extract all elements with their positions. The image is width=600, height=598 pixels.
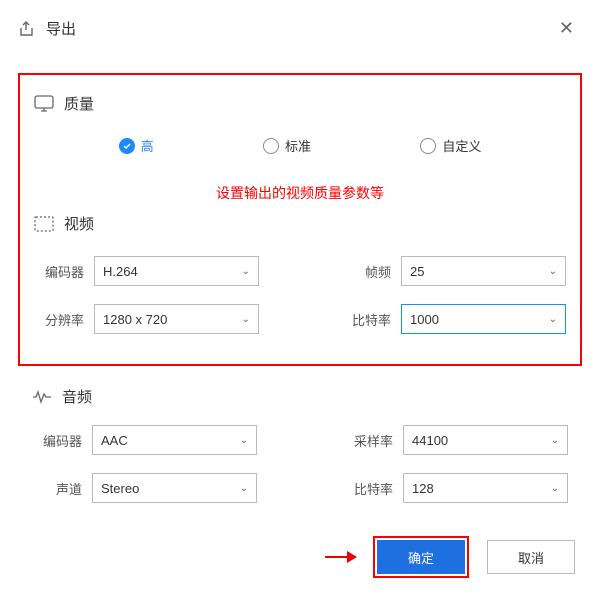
select-value: 25 <box>410 264 424 279</box>
cancel-button-label: 取消 <box>518 548 544 567</box>
audio-encoder-select[interactable]: AAC ⌄ <box>92 425 257 455</box>
chevron-down-icon: ⌄ <box>242 314 250 325</box>
audio-bitrate-select[interactable]: 128 ⌄ <box>403 473 568 503</box>
select-value: Stereo <box>101 481 139 496</box>
chevron-down-icon: ⌄ <box>242 266 250 277</box>
select-value: 1000 <box>410 312 439 327</box>
chevron-down-icon: ⌄ <box>240 435 248 446</box>
annotation-text: 设置输出的视频质量参数等 <box>34 183 566 203</box>
radio-label: 高 <box>141 136 154 155</box>
radio-label: 标准 <box>285 136 311 155</box>
monitor-icon <box>34 95 54 113</box>
audio-samplerate-select[interactable]: 44100 ⌄ <box>403 425 568 455</box>
radio-label: 自定义 <box>442 136 481 155</box>
video-encoder-select[interactable]: H.264 ⌄ <box>94 256 259 286</box>
video-fps-label: 帧频 <box>341 262 401 281</box>
quality-options: 高 标准 自定义 <box>34 136 566 155</box>
ok-button-highlight: 确定 <box>373 536 469 578</box>
chevron-down-icon: ⌄ <box>549 314 557 325</box>
select-value: 1280 x 720 <box>103 312 167 327</box>
cancel-button[interactable]: 取消 <box>487 540 575 574</box>
audio-channels-label: 声道 <box>32 479 92 498</box>
audio-samplerate-label: 采样率 <box>343 431 403 450</box>
select-value: 128 <box>412 481 434 496</box>
video-resolution-select[interactable]: 1280 x 720 ⌄ <box>94 304 259 334</box>
export-icon <box>18 20 36 38</box>
select-value: H.264 <box>103 264 138 279</box>
audio-title: 音频 <box>62 386 92 407</box>
title: 导出 <box>46 18 76 39</box>
annotation-arrow-icon <box>325 556 355 558</box>
highlighted-section: 质量 高 标准 自定义 设置输出的视频质量参数等 <box>18 73 582 366</box>
chevron-down-icon: ⌄ <box>549 266 557 277</box>
audio-encoder-label: 编码器 <box>32 431 92 450</box>
video-header: 视频 <box>34 213 566 234</box>
radio-unchecked-icon <box>420 138 436 154</box>
video-title: 视频 <box>64 213 94 234</box>
radio-checked-icon <box>119 138 135 154</box>
video-bitrate-select[interactable]: 1000 ⌄ <box>401 304 566 334</box>
ok-button[interactable]: 确定 <box>377 540 465 574</box>
radio-unchecked-icon <box>263 138 279 154</box>
video-encoder-label: 编码器 <box>34 262 94 281</box>
chevron-down-icon: ⌄ <box>551 435 559 446</box>
quality-radio-custom[interactable]: 自定义 <box>420 136 481 155</box>
audio-header: 音频 <box>32 386 568 407</box>
audio-bitrate-label: 比特率 <box>343 479 403 498</box>
video-fps-select[interactable]: 25 ⌄ <box>401 256 566 286</box>
select-value: AAC <box>101 433 128 448</box>
video-resolution-label: 分辨率 <box>34 310 94 329</box>
film-icon <box>34 216 54 232</box>
quality-radio-standard[interactable]: 标准 <box>263 136 311 155</box>
select-value: 44100 <box>412 433 448 448</box>
video-bitrate-label: 比特率 <box>341 310 401 329</box>
chevron-down-icon: ⌄ <box>240 483 248 494</box>
chevron-down-icon: ⌄ <box>551 483 559 494</box>
footer: 确定 取消 <box>325 536 575 578</box>
close-icon[interactable]: ✕ <box>551 14 582 43</box>
ok-button-label: 确定 <box>408 548 434 567</box>
audio-channels-select[interactable]: Stereo ⌄ <box>92 473 257 503</box>
waveform-icon <box>32 389 52 405</box>
quality-radio-high[interactable]: 高 <box>119 136 154 155</box>
quality-title: 质量 <box>64 93 94 114</box>
titlebar: 导出 ✕ <box>0 0 600 57</box>
quality-header: 质量 <box>34 93 566 114</box>
